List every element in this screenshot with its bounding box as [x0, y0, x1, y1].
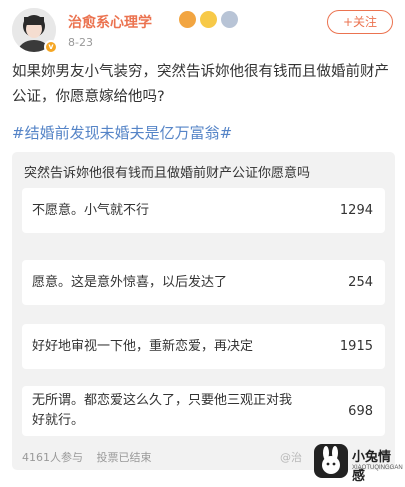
site-logo: 小兔情感 XIAOTUQINGGAN	[314, 442, 403, 484]
poll-option[interactable]: 好好地审视一下他，重新恋爱，再决定 1915	[22, 324, 385, 369]
poll-participants: 4161人参与	[22, 451, 83, 464]
medal-icon	[221, 11, 238, 28]
poll-option[interactable]: 愿意。这是意外惊喜，以后发达了 254	[22, 260, 385, 305]
poll-option-label: 愿意。这是意外惊喜，以后发达了	[32, 274, 228, 290]
poll-card: 突然告诉妳他很有钱而且做婚前财产公证你愿意吗 不愿意。小气就不行 1294 愿意…	[12, 152, 395, 470]
rabbit-logo-icon	[314, 444, 348, 478]
poll-option-label: 不愿意。小气就不行	[32, 202, 150, 218]
poll-option-label: 好好地审视一下他，重新恋爱，再决定	[32, 338, 254, 354]
badge-icon	[179, 11, 196, 28]
verified-icon: v	[44, 40, 58, 54]
follow-button[interactable]: +关注	[327, 10, 393, 34]
poll-status: 投票已结束	[96, 451, 152, 464]
post-time: 8-23	[68, 36, 93, 49]
poll-option-label: 无所谓。都恋爱这么久了，只要他三观正对我好就行。	[32, 393, 293, 428]
poll-option-count: 698	[348, 403, 373, 419]
username[interactable]: 治愈系心理学	[68, 12, 152, 32]
poll-option-count: 254	[348, 275, 373, 290]
poll-option[interactable]: 无所谓。都恋爱这么久了，只要他三观正对我好就行。 698	[22, 386, 385, 436]
watermark-text: @治	[280, 451, 302, 464]
bulb-icon	[200, 11, 217, 28]
poll-footer: 4161人参与 投票已结束	[22, 449, 162, 465]
logo-subtext: XIAOTUQINGGAN	[352, 465, 403, 471]
poll-question: 突然告诉妳他很有钱而且做婚前财产公证你愿意吗	[24, 166, 311, 181]
poll-option[interactable]: 不愿意。小气就不行 1294	[22, 188, 385, 233]
post-text: 如果妳男友小气装穷，突然告诉妳他很有钱而且做婚前财产公证，你愿意嫁给他吗?	[12, 64, 389, 105]
topic-link[interactable]: #结婚前发现未婚夫是亿万富翁#	[12, 122, 232, 143]
poll-option-count: 1915	[339, 339, 373, 354]
user-badges	[179, 11, 238, 28]
poll-option-count: 1294	[339, 203, 373, 218]
post-header: v 治愈系心理学 8-23 +关注	[12, 8, 393, 54]
